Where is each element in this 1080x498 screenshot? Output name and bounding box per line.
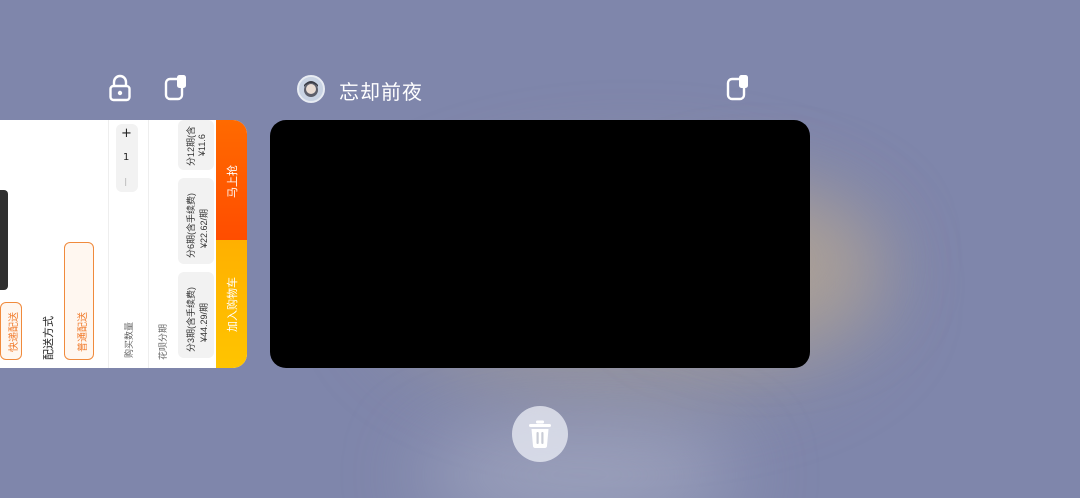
standard-delivery-label: 普通配送	[78, 312, 89, 352]
divider	[108, 120, 109, 368]
installment-12-label: 分12期(含	[186, 125, 196, 166]
buy-now-label: 马上抢	[227, 165, 239, 198]
delivery-method-label: 配送方式	[43, 316, 55, 360]
lock-icon[interactable]	[106, 74, 134, 102]
wallpaper-blur-3	[420, 430, 740, 498]
installment-6-price: ¥22.62/期	[199, 208, 209, 248]
clear-all-button[interactable]	[512, 406, 568, 462]
trash-icon	[529, 420, 551, 448]
split-screen-icon-right[interactable]	[724, 74, 752, 102]
installment-3-label: 分3期(含手续费)	[186, 287, 196, 352]
installment-6-label: 分6期(含手续费)	[186, 193, 196, 258]
recent-app-card-game[interactable]	[270, 120, 810, 368]
quantity-value: 1	[123, 152, 130, 163]
installment-12-price: ¥11.6	[197, 134, 207, 156]
divider	[148, 120, 149, 368]
express-delivery-label: 快递配送	[9, 312, 20, 352]
minus-button[interactable]: —	[121, 178, 130, 186]
installment-label: 花呗分期	[158, 323, 168, 360]
installment-3-price: ¥44.29/期	[199, 302, 209, 342]
tooltip-strip	[0, 190, 8, 290]
add-to-cart-label: 加入购物车	[227, 277, 239, 332]
quantity-label: 购买数量	[124, 321, 134, 358]
app-title: 忘却前夜	[339, 80, 423, 104]
plus-button[interactable]: +	[121, 126, 132, 141]
split-screen-icon[interactable]	[162, 74, 190, 102]
app-avatar-icon	[297, 75, 325, 103]
recent-app-card-shopping[interactable]: 快递配送 配送方式 普通配送 购买数量 + 1 — 花呗分期 分3期(含手续费)…	[0, 120, 247, 368]
